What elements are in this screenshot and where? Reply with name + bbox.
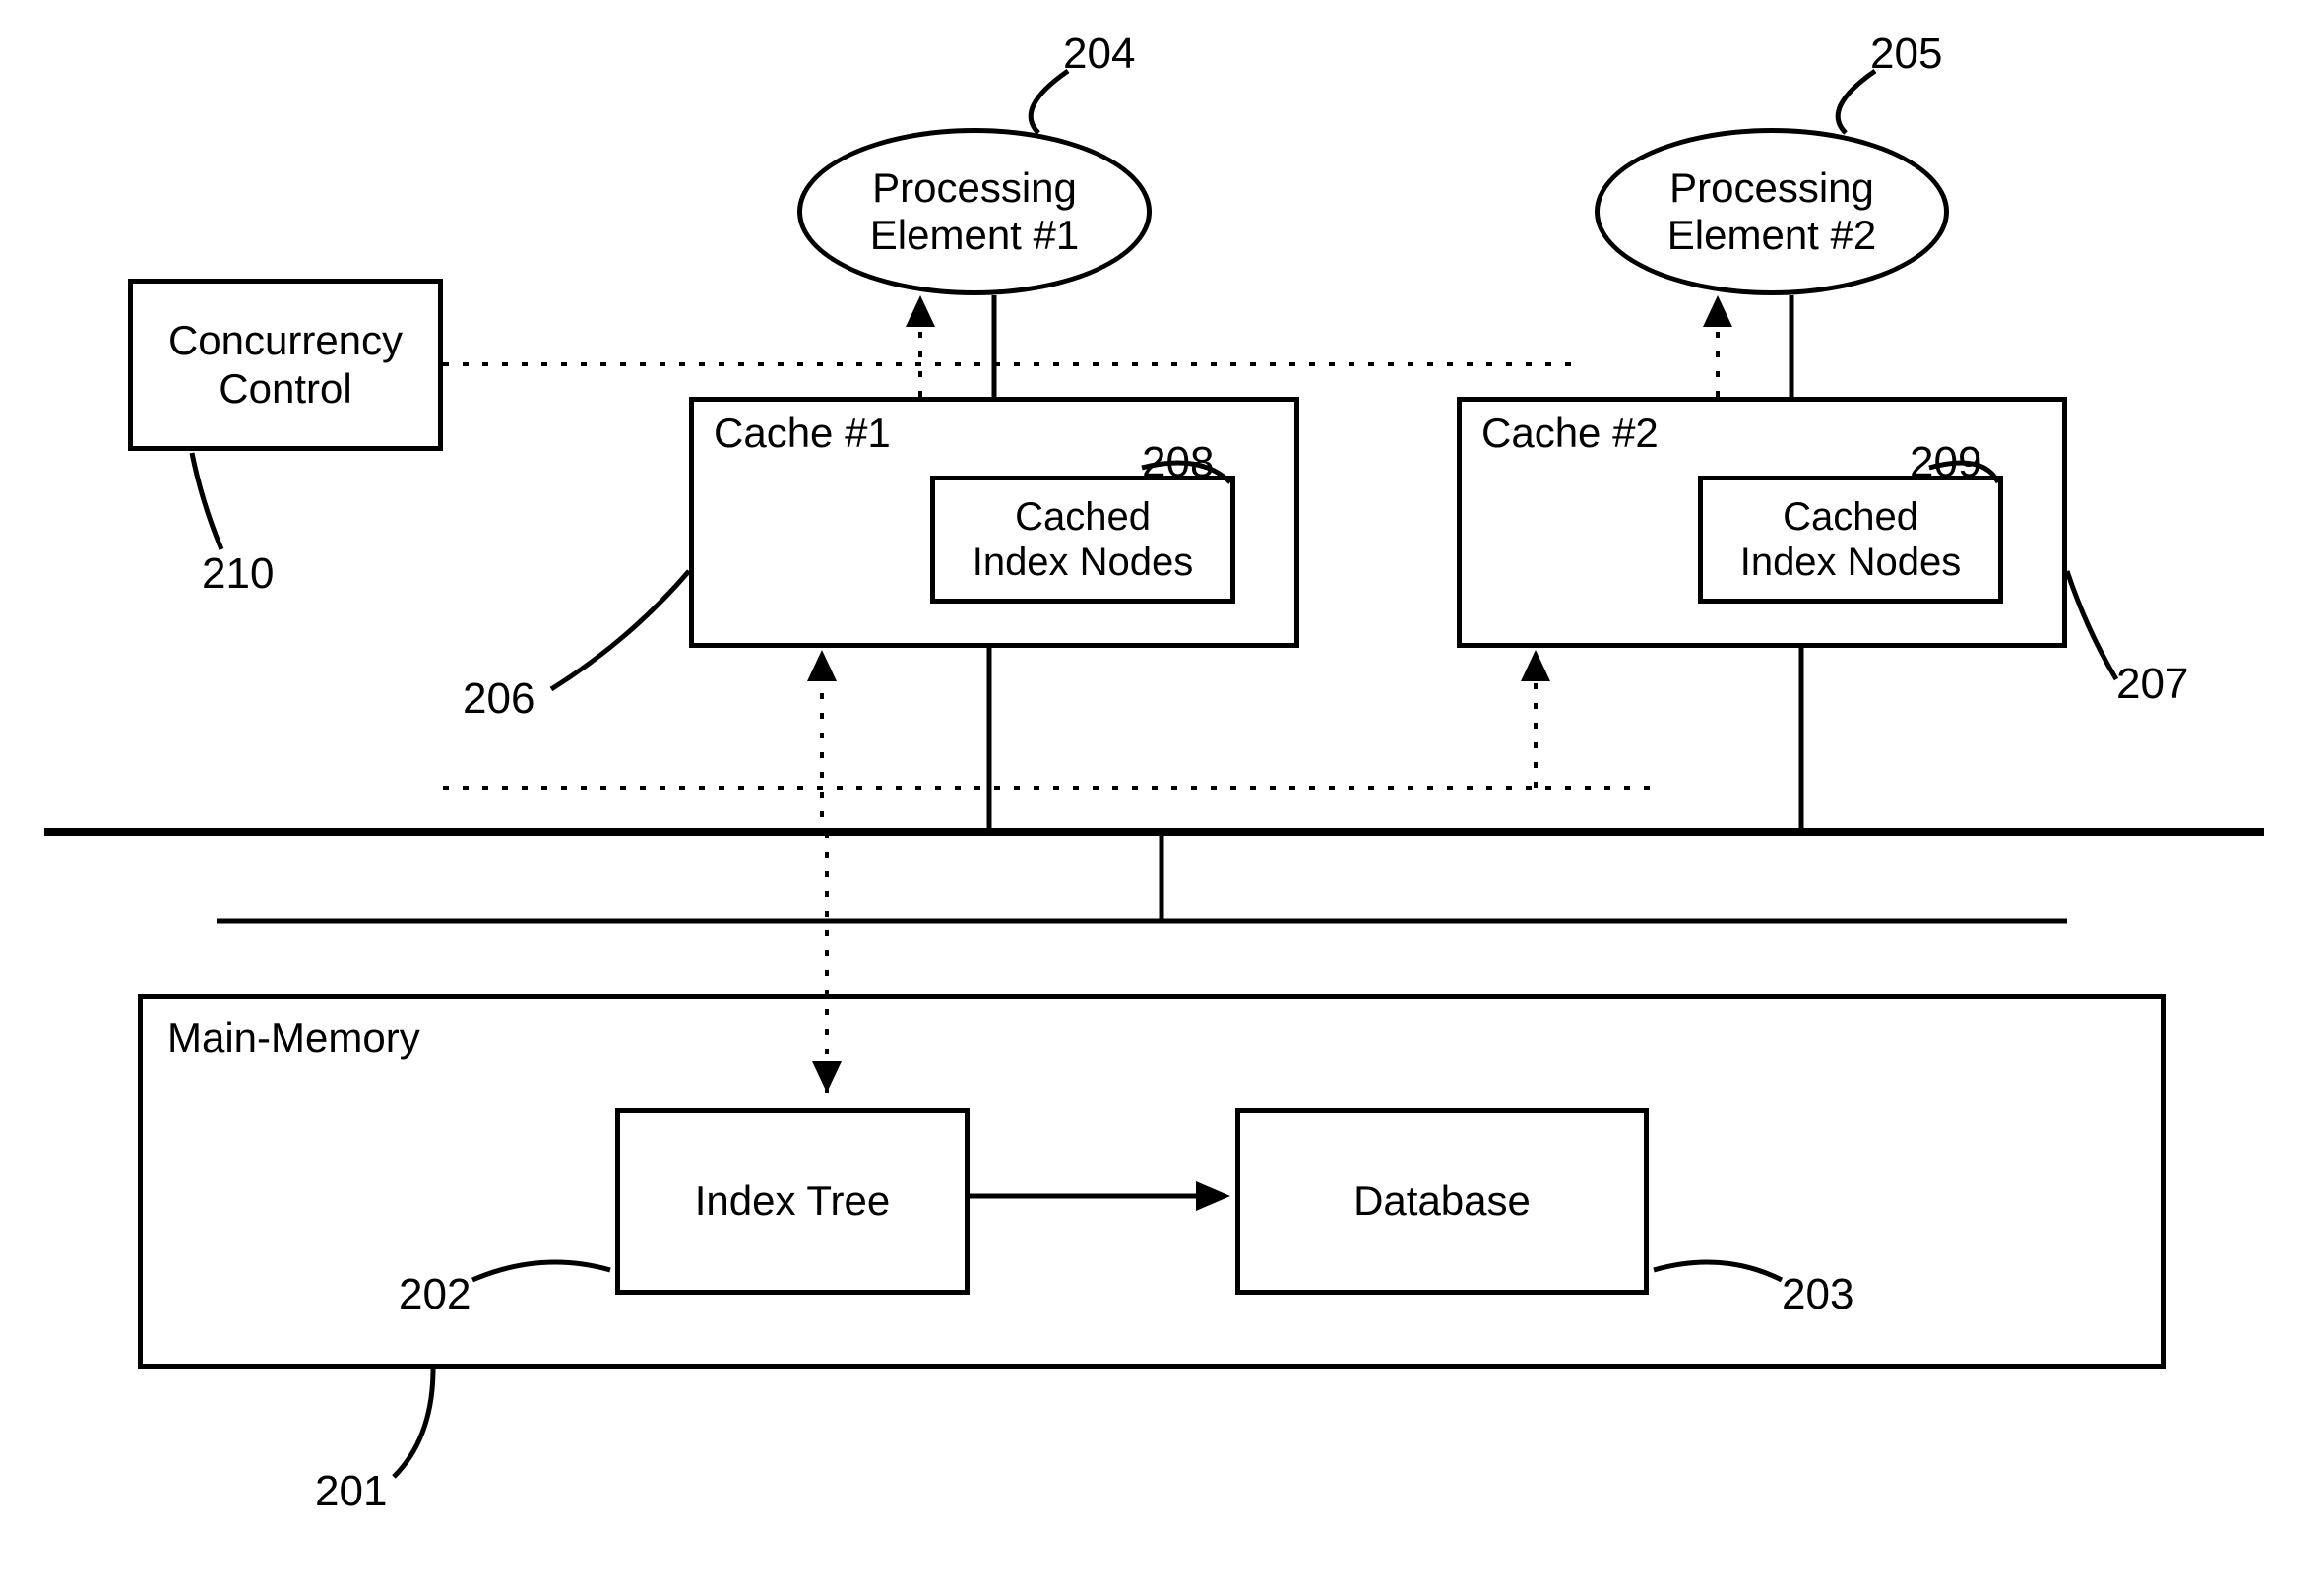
ref-204: 204 — [1063, 30, 1135, 79]
processing-element-2-label: Processing Element #2 — [1667, 164, 1876, 260]
ref-201: 201 — [315, 1467, 387, 1516]
cache-2-cached-index-nodes-label: Cached Index Nodes — [1740, 494, 1962, 585]
cache-1-title: Cache #1 — [714, 410, 891, 457]
ref-205: 205 — [1870, 30, 1942, 79]
ref-207: 207 — [2116, 660, 2188, 709]
cache-1-box: Cache #1 Cached Index Nodes — [689, 397, 1299, 648]
concurrency-control-box: Concurrency Control — [128, 279, 443, 451]
ref-209: 209 — [1910, 438, 1981, 487]
cache-1-cached-index-nodes-label: Cached Index Nodes — [973, 494, 1194, 585]
database-label: Database — [1353, 1178, 1531, 1225]
cache-2-cached-index-nodes-box: Cached Index Nodes — [1698, 476, 2003, 604]
ref-208: 208 — [1142, 438, 1214, 487]
processing-element-1-label: Processing Element #1 — [870, 164, 1079, 260]
cache-1-cached-index-nodes-box: Cached Index Nodes — [930, 476, 1235, 604]
processing-element-2-ellipse: Processing Element #2 — [1595, 128, 1949, 295]
database-box: Database — [1235, 1108, 1649, 1295]
main-memory-title: Main-Memory — [167, 1014, 420, 1061]
ref-210: 210 — [202, 549, 274, 599]
concurrency-control-label: Concurrency Control — [168, 317, 403, 413]
index-tree-label: Index Tree — [695, 1178, 890, 1225]
ref-203: 203 — [1782, 1270, 1853, 1319]
index-tree-box: Index Tree — [615, 1108, 970, 1295]
processing-element-1-ellipse: Processing Element #1 — [797, 128, 1152, 295]
cache-2-title: Cache #2 — [1481, 410, 1659, 457]
cache-2-box: Cache #2 Cached Index Nodes — [1457, 397, 2067, 648]
ref-206: 206 — [463, 674, 534, 724]
diagram-canvas: Concurrency Control Processing Element #… — [0, 0, 2324, 1596]
ref-202: 202 — [399, 1270, 471, 1319]
